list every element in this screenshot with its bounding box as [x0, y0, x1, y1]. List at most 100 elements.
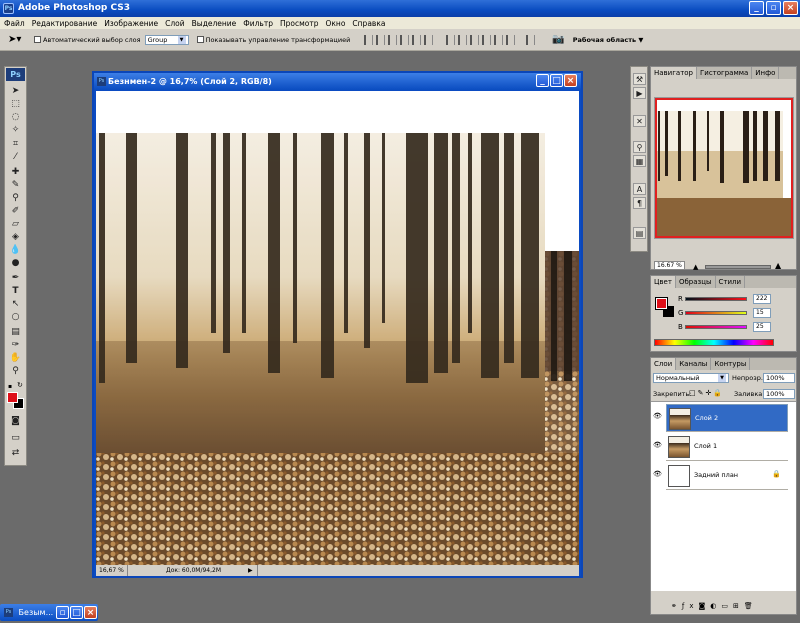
- eyedropper-tool-icon[interactable]: ✑: [9, 339, 22, 351]
- path-selection-tool-icon[interactable]: ↖: [9, 298, 22, 310]
- move-tool-icon[interactable]: ➤▾: [0, 34, 30, 45]
- align-hcenter-icon[interactable]: [412, 34, 422, 45]
- menu-layer[interactable]: Слой: [165, 19, 185, 28]
- lasso-tool-icon[interactable]: ◌: [9, 111, 22, 123]
- notes-tool-icon[interactable]: ▤: [9, 326, 22, 338]
- clone-source-icon[interactable]: ⚲: [633, 141, 646, 153]
- tab-histogram[interactable]: Гистограмма: [697, 67, 753, 79]
- r-value[interactable]: 222: [753, 294, 771, 304]
- healing-brush-tool-icon[interactable]: ✚: [9, 166, 22, 178]
- auto-select-dropdown[interactable]: Group ▼: [144, 34, 189, 45]
- tab-color[interactable]: Цвет: [651, 276, 676, 288]
- task-maximize-button[interactable]: □: [70, 606, 83, 619]
- menu-window[interactable]: Окно: [325, 19, 345, 28]
- clone-stamp-tool-icon[interactable]: ⚲: [9, 192, 22, 204]
- screen-mode-icon[interactable]: ▭: [9, 432, 22, 444]
- color-ramp[interactable]: [654, 339, 774, 346]
- swap-colors-icon[interactable]: ↻: [17, 381, 23, 389]
- eye-icon[interactable]: 👁: [653, 412, 662, 421]
- tab-info[interactable]: Инфо: [752, 67, 780, 79]
- menu-edit[interactable]: Редактирование: [32, 19, 97, 28]
- align-top-icon[interactable]: [364, 34, 374, 45]
- restore-button[interactable]: ▫: [766, 1, 781, 15]
- tab-styles[interactable]: Стили: [716, 276, 746, 288]
- menu-help[interactable]: Справка: [352, 19, 385, 28]
- doc-minimize-button[interactable]: _: [536, 74, 549, 87]
- distribute-vcenter-icon[interactable]: [458, 34, 468, 45]
- document-canvas[interactable]: [96, 91, 579, 565]
- imageready-icon[interactable]: ⇄: [9, 447, 22, 459]
- character-icon[interactable]: A: [633, 183, 646, 195]
- g-value[interactable]: 15: [753, 308, 771, 318]
- layer-comps-icon[interactable]: ▦: [633, 155, 646, 167]
- eraser-tool-icon[interactable]: ▱: [9, 218, 22, 230]
- zoom-level[interactable]: 16,67 %: [96, 565, 128, 576]
- tool-presets-icon[interactable]: ✕: [633, 115, 646, 127]
- fill-field[interactable]: 100%: [763, 389, 795, 399]
- navigator-zoom-slider[interactable]: [705, 265, 771, 269]
- minimize-button[interactable]: _: [749, 1, 764, 15]
- foreground-color-swatch[interactable]: [7, 392, 18, 403]
- distribute-top-icon[interactable]: [446, 34, 456, 45]
- navigator-preview[interactable]: [654, 97, 794, 239]
- paint-bucket-tool-icon[interactable]: ◈: [9, 231, 22, 243]
- distribute-right-icon[interactable]: [506, 34, 516, 45]
- navigator-zoom[interactable]: 16.67 %: [654, 261, 685, 270]
- doc-maximize-button[interactable]: □: [550, 74, 563, 87]
- actions-icon[interactable]: ▶: [633, 87, 646, 99]
- tab-navigator[interactable]: Навигатор: [651, 67, 697, 79]
- layer-row[interactable]: Слой 1: [666, 433, 788, 461]
- blend-mode-select[interactable]: Нормальный ▼: [653, 373, 729, 383]
- zoom-in-icon[interactable]: ▲: [775, 261, 781, 270]
- align-right-icon[interactable]: [424, 34, 434, 45]
- menu-view[interactable]: Просмотр: [280, 19, 319, 28]
- eye-icon[interactable]: 👁: [653, 441, 662, 450]
- eye-icon[interactable]: 👁: [653, 470, 662, 479]
- auto-align-icon[interactable]: [526, 34, 536, 45]
- status-menu-arrow-icon[interactable]: ▶: [248, 565, 253, 576]
- menu-image[interactable]: Изображение: [104, 19, 158, 28]
- magic-wand-tool-icon[interactable]: ✧: [9, 124, 22, 136]
- dodge-tool-icon[interactable]: ●: [9, 257, 22, 269]
- history-icon[interactable]: ▤: [633, 227, 646, 239]
- zoom-out-icon[interactable]: ▲: [693, 263, 698, 271]
- r-slider[interactable]: [685, 297, 747, 301]
- menu-filter[interactable]: Фильтр: [243, 19, 273, 28]
- distribute-left-icon[interactable]: [482, 34, 492, 45]
- shape-tool-icon[interactable]: ○: [9, 311, 22, 323]
- horizontal-scrollbar[interactable]: [256, 565, 579, 576]
- color-foreground-swatch[interactable]: [655, 297, 668, 310]
- crop-tool-icon[interactable]: ⌗: [9, 138, 22, 150]
- tab-paths[interactable]: Контуры: [711, 358, 751, 370]
- zoom-tool-icon[interactable]: ⚲: [9, 365, 22, 377]
- auto-select-checkbox[interactable]: Автоматический выбор слоя: [34, 36, 141, 44]
- tab-channels[interactable]: Каналы: [676, 358, 712, 370]
- slice-tool-icon[interactable]: ⁄: [9, 151, 22, 163]
- bridge-icon[interactable]: 📷: [552, 34, 564, 45]
- history-brush-tool-icon[interactable]: ✐: [9, 205, 22, 217]
- close-button[interactable]: ×: [783, 1, 798, 15]
- b-slider[interactable]: [685, 325, 747, 329]
- workspace-menu[interactable]: Рабочая область ▼: [573, 36, 644, 44]
- document-titlebar[interactable]: Безнмен-2 @ 16,7% (Слой 2, RGB/8): [94, 73, 581, 90]
- task-restore-button[interactable]: ▫: [56, 606, 69, 619]
- doc-close-button[interactable]: ×: [564, 74, 577, 87]
- hand-tool-icon[interactable]: ✋: [9, 352, 22, 364]
- layer-row[interactable]: Слой 2: [666, 404, 788, 432]
- layer-row[interactable]: Задний план 🔒: [666, 462, 788, 490]
- opacity-field[interactable]: 100%: [763, 373, 795, 383]
- move-tool-icon[interactable]: ➤: [9, 85, 22, 97]
- align-vcenter-icon[interactable]: [376, 34, 386, 45]
- paragraph-icon[interactable]: ¶: [633, 197, 646, 209]
- menu-file[interactable]: Файл: [4, 19, 25, 28]
- distribute-hcenter-icon[interactable]: [494, 34, 504, 45]
- task-close-button[interactable]: ×: [84, 606, 97, 619]
- pen-tool-icon[interactable]: ✒: [9, 272, 22, 284]
- lock-icons[interactable]: □✎✛🔒: [689, 389, 724, 397]
- brushes-icon[interactable]: ⚒: [633, 73, 646, 85]
- g-slider[interactable]: [685, 311, 747, 315]
- tab-swatches[interactable]: Образцы: [676, 276, 716, 288]
- align-bottom-icon[interactable]: [388, 34, 398, 45]
- distribute-bottom-icon[interactable]: [470, 34, 480, 45]
- align-left-icon[interactable]: [400, 34, 410, 45]
